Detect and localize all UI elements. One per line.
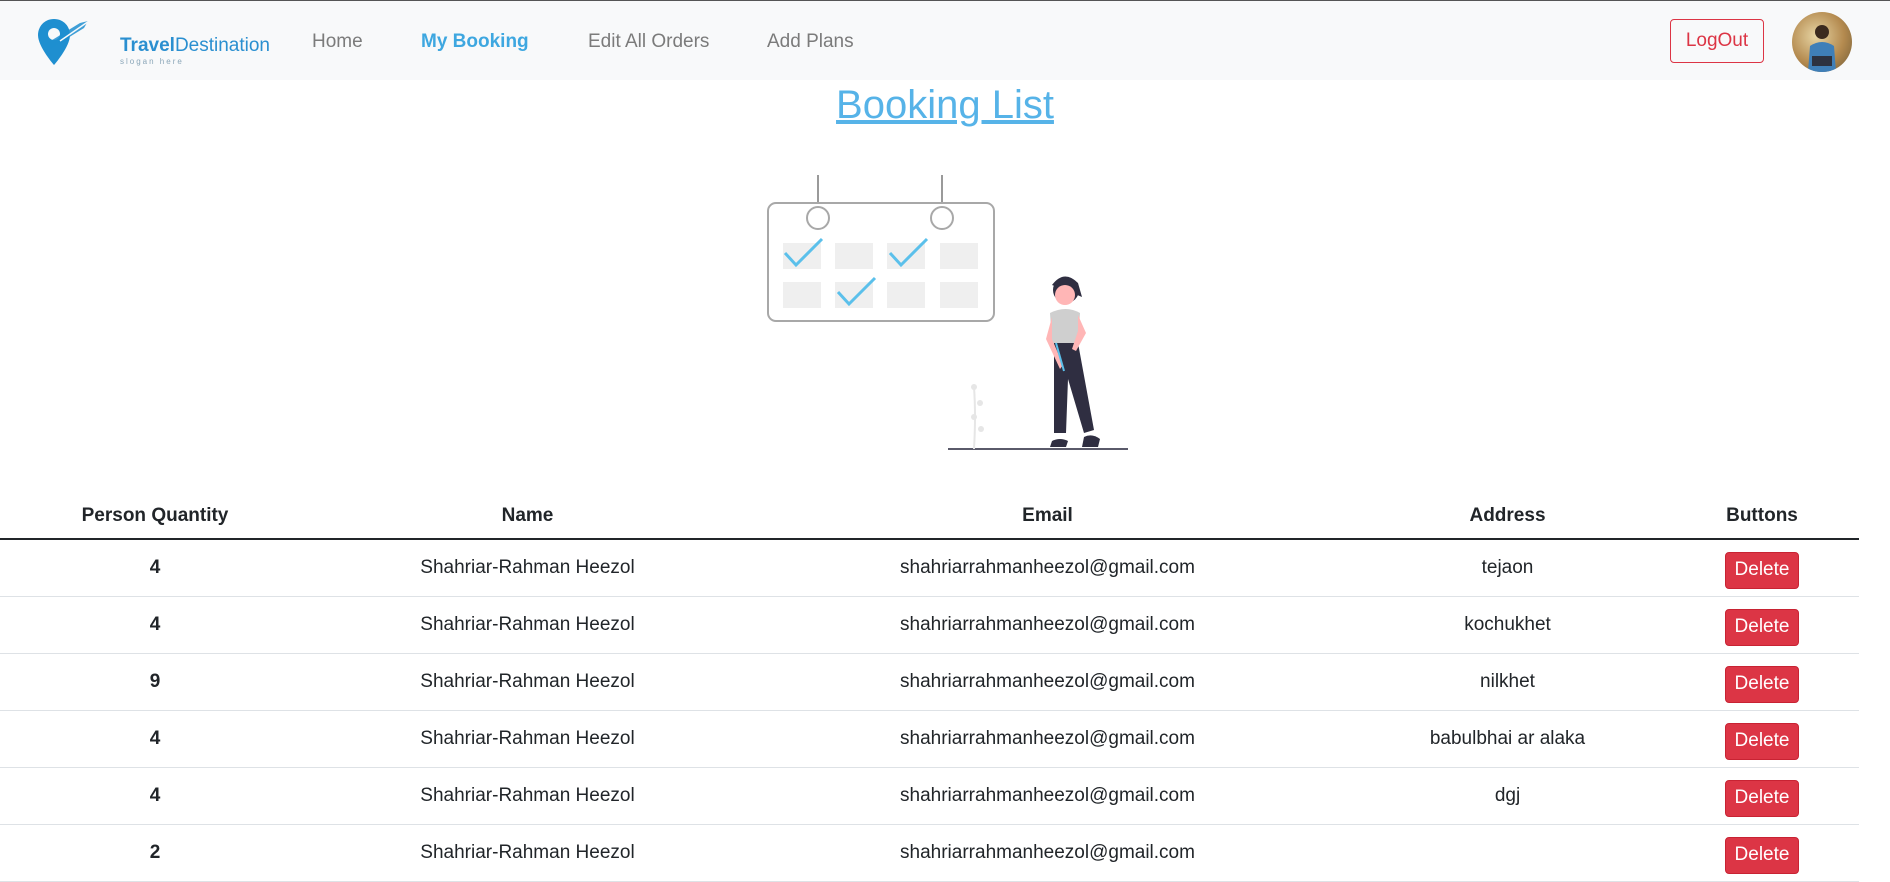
person-quantity-cell: 4 — [0, 539, 310, 597]
location-pin-plane-icon — [38, 18, 93, 65]
email-cell: shahriarrahmanheezol@gmail.com — [745, 710, 1350, 768]
name-cell: Shahriar-Rahman Heezol — [310, 710, 745, 768]
buttons-cell: Delete — [1665, 596, 1859, 654]
person-quantity-cell: 4 — [0, 767, 310, 825]
person-quantity-cell: 9 — [0, 653, 310, 711]
address-cell: kochukhet — [1350, 596, 1665, 654]
brand-slogan: slogan here — [120, 57, 184, 66]
nav-edit-all-orders[interactable]: Edit All Orders — [588, 31, 709, 53]
table-row: 9 Shahriar-Rahman Heezol shahriarrahmanh… — [0, 653, 1859, 711]
delete-button[interactable]: Delete — [1725, 665, 1799, 703]
buttons-cell: Delete — [1665, 767, 1859, 825]
address-cell: dgj — [1350, 767, 1665, 825]
email-cell: shahriarrahmanheezol@gmail.com — [745, 596, 1350, 654]
delete-button[interactable]: Delete — [1725, 608, 1799, 646]
address-cell: tejaon — [1350, 539, 1665, 597]
page-title: Booking List — [836, 83, 1054, 127]
column-header-person-quantity: Person Quantity — [0, 494, 310, 540]
column-header-email: Email — [745, 494, 1350, 540]
avatar[interactable] — [1792, 12, 1852, 72]
delete-button[interactable]: Delete — [1725, 551, 1799, 589]
delete-button[interactable]: Delete — [1725, 722, 1799, 760]
address-cell — [1350, 824, 1665, 882]
email-cell: shahriarrahmanheezol@gmail.com — [745, 653, 1350, 711]
navbar: TravelDestination slogan here Home My Bo… — [0, 0, 1890, 80]
brand-logo[interactable]: TravelDestination slogan here — [36, 15, 270, 71]
name-cell: Shahriar-Rahman Heezol — [310, 653, 745, 711]
table-row: 4 Shahriar-Rahman Heezol shahriarrahmanh… — [0, 539, 1859, 597]
address-cell: babulbhai ar alaka — [1350, 710, 1665, 768]
delete-button[interactable]: Delete — [1725, 779, 1799, 817]
column-header-buttons: Buttons — [1665, 494, 1859, 540]
logout-button[interactable]: LogOut — [1670, 19, 1764, 63]
person-quantity-cell: 4 — [0, 710, 310, 768]
email-cell: shahriarrahmanheezol@gmail.com — [745, 539, 1350, 597]
name-cell: Shahriar-Rahman Heezol — [310, 824, 745, 882]
email-cell: shahriarrahmanheezol@gmail.com — [745, 767, 1350, 825]
bookings-table: Person Quantity Name Email Address Butto… — [0, 494, 1859, 882]
nav-home[interactable]: Home — [312, 31, 363, 53]
table-row: 4 Shahriar-Rahman Heezol shahriarrahmanh… — [0, 767, 1859, 825]
person-quantity-cell: 4 — [0, 596, 310, 654]
delete-button[interactable]: Delete — [1725, 836, 1799, 874]
column-header-name: Name — [310, 494, 745, 540]
buttons-cell: Delete — [1665, 710, 1859, 768]
column-header-address: Address — [1350, 494, 1665, 540]
buttons-cell: Delete — [1665, 824, 1859, 882]
table-header-row: Person Quantity Name Email Address Butto… — [0, 494, 1859, 540]
table-row: 4 Shahriar-Rahman Heezol shahriarrahmanh… — [0, 710, 1859, 768]
name-cell: Shahriar-Rahman Heezol — [310, 767, 745, 825]
name-cell: Shahriar-Rahman Heezol — [310, 539, 745, 597]
nav-my-booking[interactable]: My Booking — [421, 31, 529, 53]
buttons-cell: Delete — [1665, 539, 1859, 597]
nav-add-plans[interactable]: Add Plans — [767, 31, 854, 53]
person-quantity-cell: 2 — [0, 824, 310, 882]
brand-name: TravelDestination — [120, 35, 270, 56]
buttons-cell: Delete — [1665, 653, 1859, 711]
calendar-illustration — [767, 175, 1128, 450]
user-photo-icon — [1808, 25, 1836, 72]
email-cell: shahriarrahmanheezol@gmail.com — [745, 824, 1350, 882]
address-cell: nilkhet — [1350, 653, 1665, 711]
name-cell: Shahriar-Rahman Heezol — [310, 596, 745, 654]
table-row: 2 Shahriar-Rahman Heezol shahriarrahmanh… — [0, 824, 1859, 882]
table-row: 4 Shahriar-Rahman Heezol shahriarrahmanh… — [0, 596, 1859, 654]
